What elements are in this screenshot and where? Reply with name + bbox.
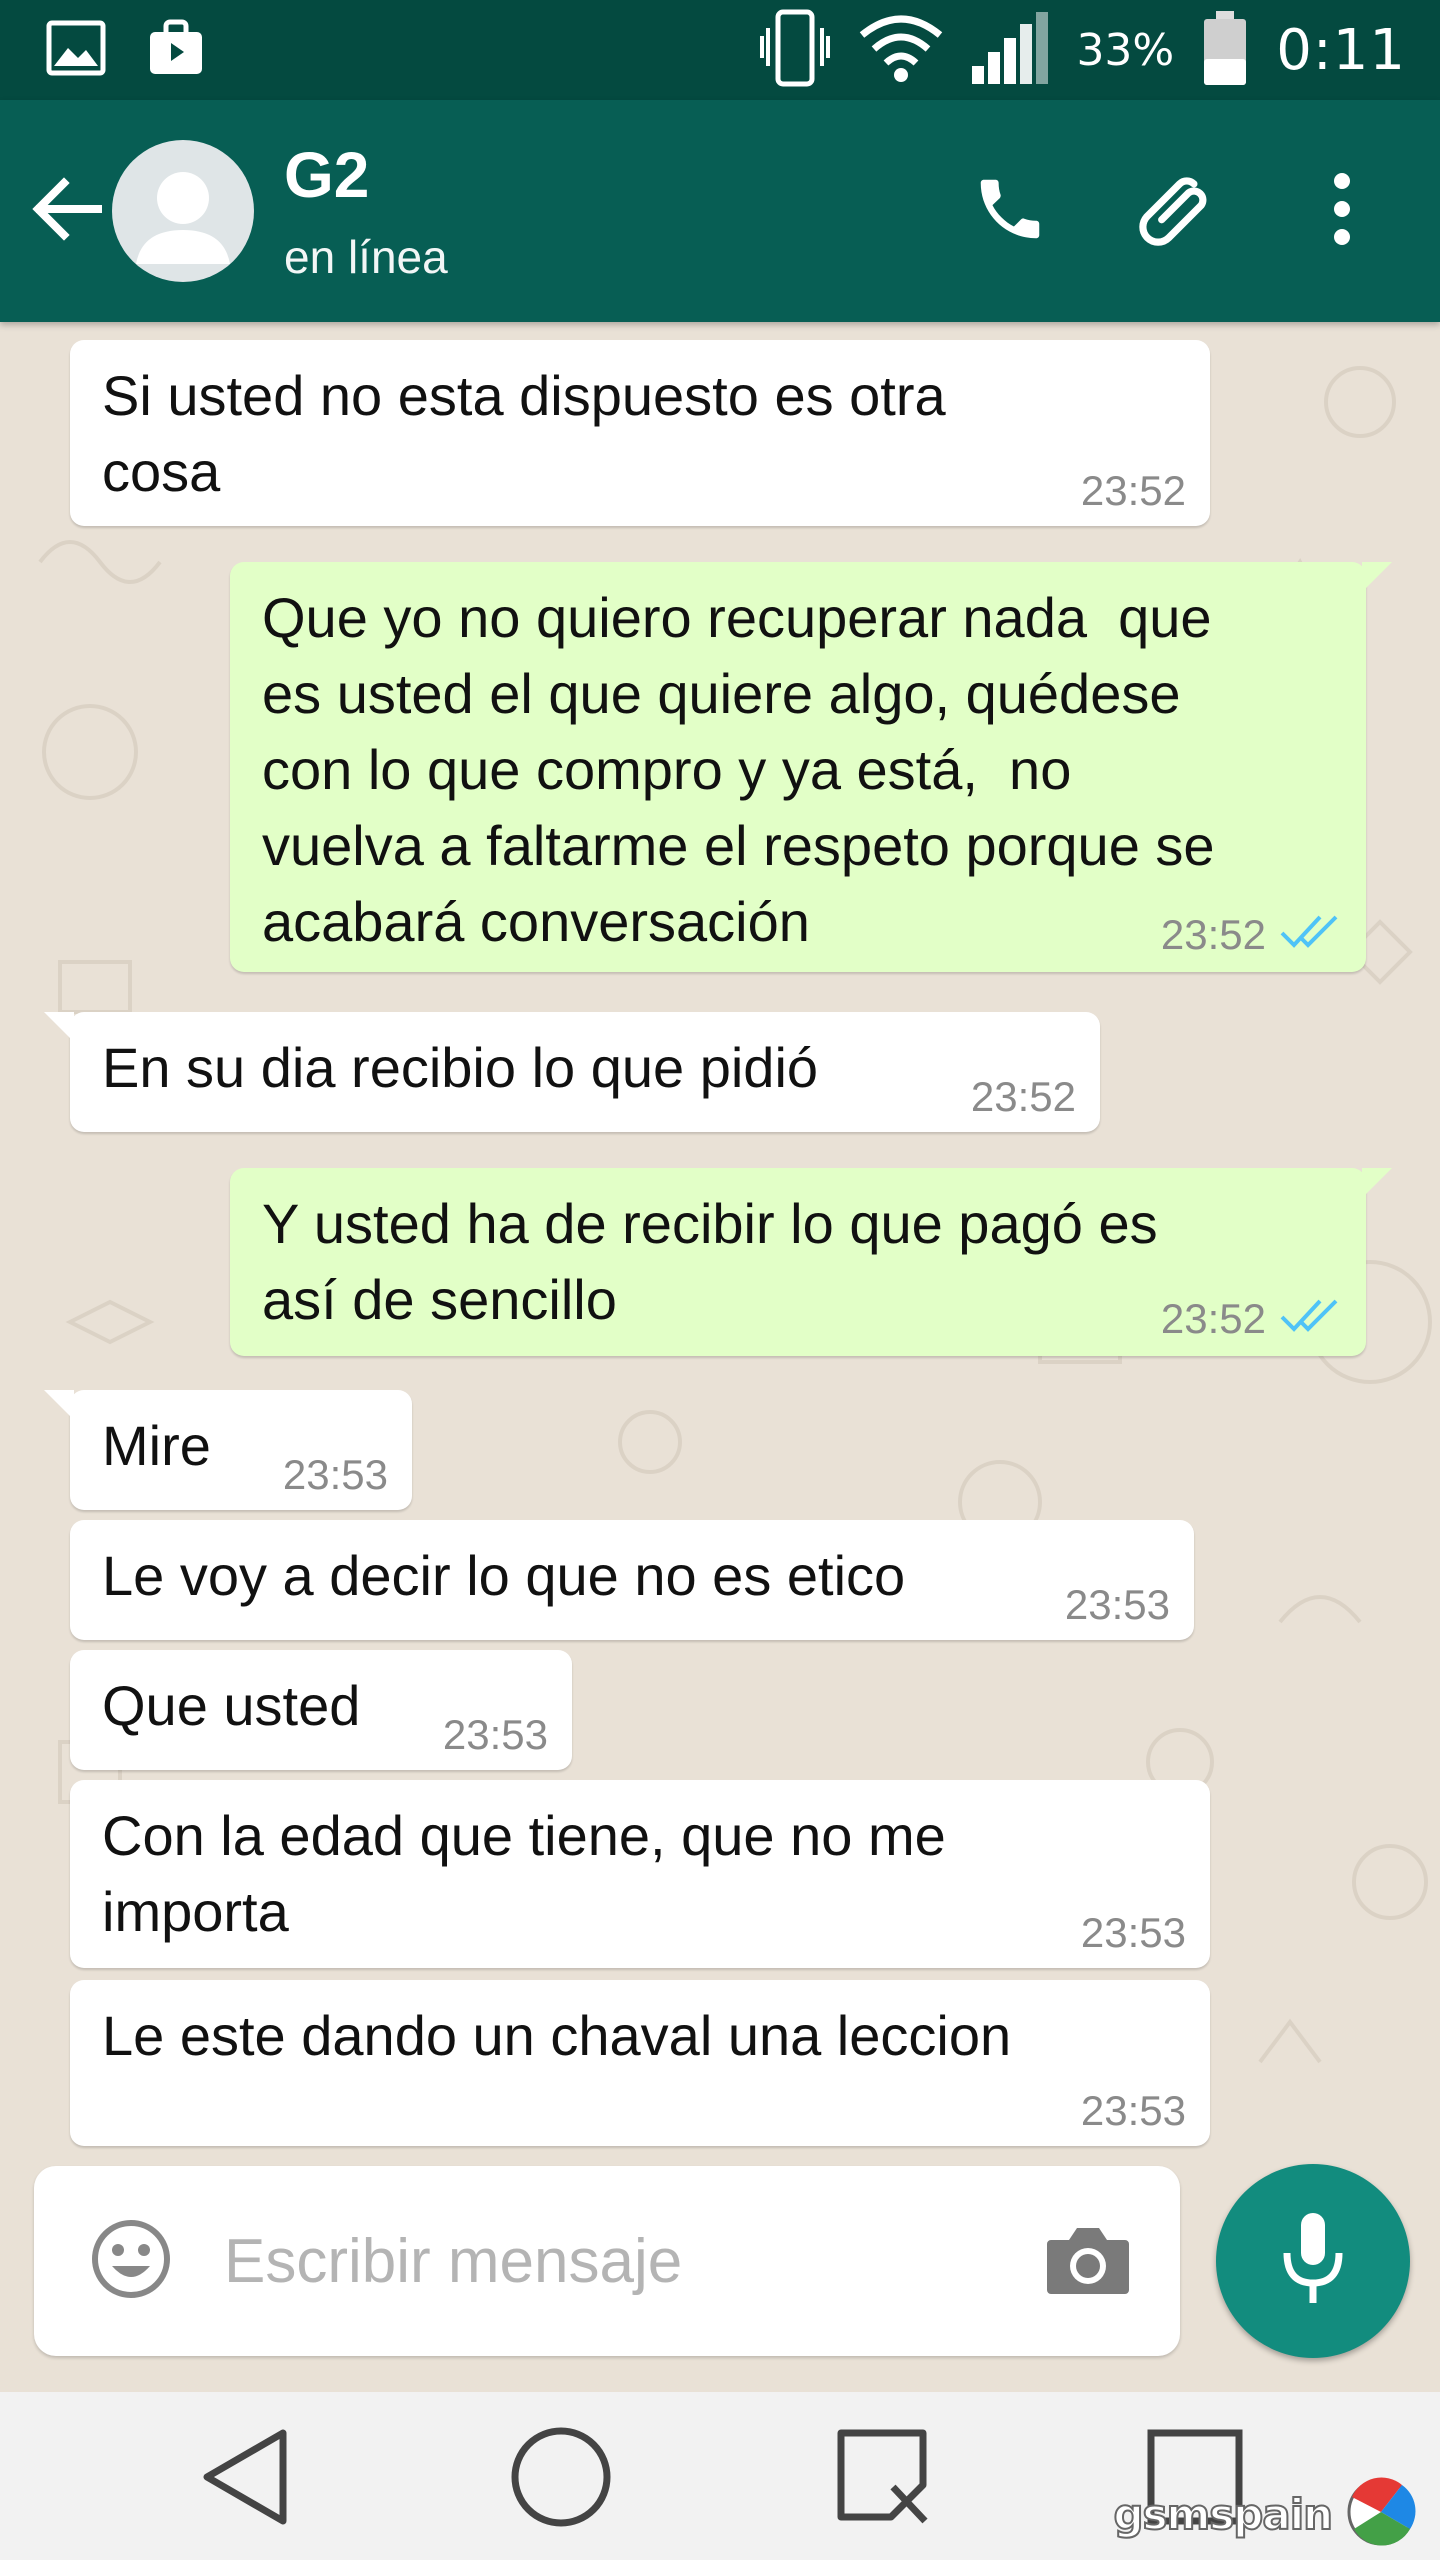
contact-info[interactable]: G2 en línea — [284, 138, 448, 284]
message-text: Que yo no quiero recuperar nada que es u… — [262, 586, 1215, 953]
message-incoming[interactable]: Con la edad que tiene, que no me importa… — [70, 1780, 1210, 1968]
microphone-icon — [1277, 2209, 1349, 2314]
bubble-tail — [1362, 562, 1392, 592]
message-outgoing[interactable]: Y usted ha de recibir lo que pagó es así… — [230, 1168, 1392, 1356]
message-text: Le voy a decir lo que no es etico — [102, 1544, 906, 1607]
message-time: 23:52 — [1160, 910, 1266, 958]
message-time: 23:52 — [1160, 1294, 1266, 1342]
read-ticks-icon — [1280, 1295, 1342, 1342]
message-incoming[interactable]: Mire 23:53 — [44, 1390, 412, 1510]
message-text: Le este dando un chaval una leccion — [102, 2004, 1012, 2067]
message-composer — [34, 2166, 1180, 2356]
clock: 0:11 — [1276, 17, 1406, 83]
watermark-text: gsmspain — [1112, 2489, 1334, 2540]
status-bar: 33% 0:11 — [0, 0, 1440, 100]
message-outgoing[interactable]: Que yo no quiero recuperar nada que es u… — [230, 562, 1392, 972]
store-bag-icon — [146, 18, 206, 83]
vibrate-icon — [758, 8, 832, 93]
nav-home-button[interactable] — [496, 2414, 626, 2544]
voice-record-button[interactable] — [1216, 2164, 1410, 2358]
message-time: 23:52 — [1080, 467, 1186, 514]
camera-icon — [1045, 2222, 1131, 2301]
phone-icon — [971, 170, 1049, 253]
message-incoming[interactable]: En su dia recibio lo que pidió 23:52 — [44, 1012, 1100, 1132]
chat-header: G2 en línea — [0, 100, 1440, 322]
attach-button[interactable] — [1128, 163, 1224, 259]
menu-button[interactable] — [1294, 163, 1390, 259]
watermark: gsmspain — [1112, 2477, 1422, 2552]
contact-name: G2 — [284, 139, 370, 211]
bubble-tail — [44, 1012, 74, 1042]
message-time: 23:53 — [442, 1711, 548, 1758]
message-time: 23:52 — [970, 1073, 1076, 1120]
paperclip-icon — [1133, 166, 1219, 257]
chat-area[interactable]: Si usted no esta dispuesto es otra cosa … — [0, 322, 1440, 2162]
image-icon — [46, 20, 106, 81]
home-circle-icon — [509, 2425, 613, 2534]
bubble-tail — [44, 1390, 74, 1420]
avatar-placeholder-icon — [112, 172, 254, 282]
bubble-tail — [1362, 1168, 1392, 1198]
emoji-button[interactable] — [86, 2216, 176, 2306]
signal-icon — [970, 10, 1050, 91]
contact-status: en línea — [284, 231, 448, 283]
avatar[interactable] — [112, 140, 254, 282]
battery-icon — [1200, 9, 1250, 92]
message-incoming[interactable]: Le este dando un chaval una leccion 23:5… — [70, 1980, 1210, 2146]
message-time: 23:53 — [1064, 1581, 1170, 1628]
emoji-icon — [90, 2218, 172, 2305]
camera-button[interactable] — [1040, 2213, 1136, 2309]
message-input[interactable] — [224, 2225, 1024, 2297]
watermark-logo — [1340, 2477, 1422, 2552]
read-ticks-icon — [1280, 911, 1342, 958]
message-time: 23:53 — [282, 1451, 388, 1498]
message-incoming[interactable]: Le voy a decir lo que no es etico 23:53 — [70, 1520, 1194, 1640]
more-vert-icon — [1327, 169, 1357, 254]
battery-percent: 33% — [1076, 24, 1175, 76]
message-text: Si usted no esta dispuesto es otra cosa — [102, 364, 946, 503]
nav-back-button[interactable] — [180, 2414, 310, 2544]
wifi-icon — [858, 13, 944, 88]
call-button[interactable] — [962, 163, 1058, 259]
system-nav-bar: gsmspain — [0, 2392, 1440, 2560]
message-incoming[interactable]: Si usted no esta dispuesto es otra cosa … — [70, 340, 1210, 526]
message-time: 23:53 — [1080, 1909, 1186, 1956]
back-triangle-icon — [195, 2425, 295, 2534]
back-button[interactable] — [22, 166, 112, 256]
message-incoming[interactable]: Que usted 23:53 — [70, 1650, 572, 1770]
message-text: Con la edad que tiene, que no me importa — [102, 1804, 946, 1943]
message-time: 23:53 — [1080, 2087, 1186, 2134]
nav-notifications-button[interactable] — [818, 2414, 948, 2544]
back-arrow-icon — [32, 176, 102, 246]
message-text: En su dia recibio lo que pidió — [102, 1036, 819, 1099]
notifications-icon — [831, 2425, 935, 2534]
